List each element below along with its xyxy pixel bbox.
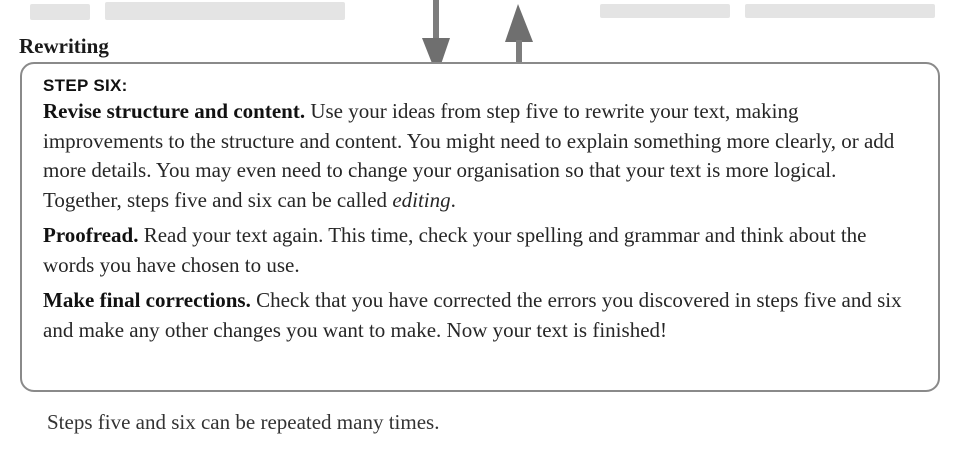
paragraph-lead: Revise structure and content. (43, 99, 306, 123)
paragraph-revise: Revise structure and content. Use your i… (43, 97, 918, 215)
step-heading: STEP SIX: (43, 76, 128, 95)
paragraph-text: Read your text again. This time, check y… (43, 223, 867, 277)
footer-note: Steps five and six can be repeated many … (47, 410, 440, 434)
paragraph-lead: Proofread. (43, 223, 139, 247)
section-title: Rewriting (19, 34, 109, 58)
emphasis-term: editing (392, 187, 451, 212)
paragraph-proofread: Proofread. Read your text again. This ti… (43, 221, 918, 280)
paragraph-text-end: . (450, 187, 456, 212)
paragraph-lead: Make final corrections. (43, 288, 251, 312)
paragraph-final-corrections: Make final corrections. Check that you h… (43, 286, 918, 345)
step-six-box: STEP SIX: Revise structure and content. … (20, 62, 940, 392)
